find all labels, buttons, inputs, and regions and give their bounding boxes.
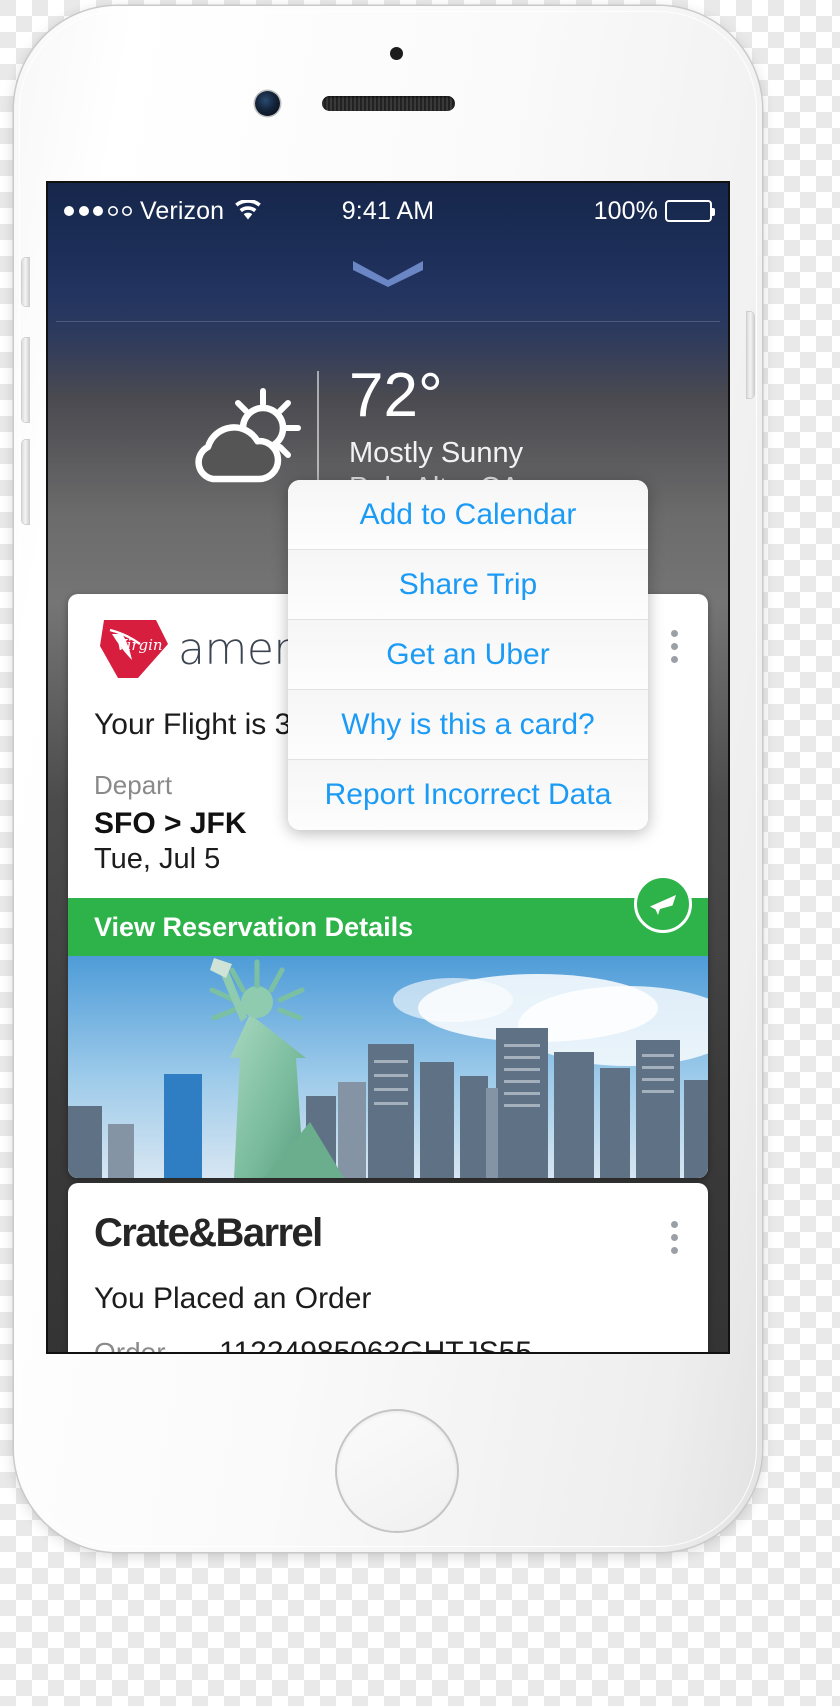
battery-full-icon bbox=[665, 200, 715, 222]
partly-cloudy-day-icon bbox=[195, 388, 301, 483]
proximity-sensor bbox=[390, 47, 403, 60]
pull-down-grabber[interactable] bbox=[48, 255, 728, 287]
weather-condition: Mostly Sunny bbox=[349, 437, 524, 469]
status-bar-right: 100% bbox=[593, 196, 715, 226]
front-camera bbox=[255, 91, 280, 116]
svg-text:Virgin: Virgin bbox=[116, 636, 163, 654]
volume-down-button[interactable] bbox=[22, 440, 29, 524]
view-reservation-details-label: View Reservation Details bbox=[94, 911, 414, 942]
crate-and-barrel-logo: Crate&Barrel bbox=[94, 1211, 323, 1255]
virgin-america-logo-icon: Virgin bbox=[100, 620, 168, 678]
order-card-header: Crate&Barrel bbox=[68, 1183, 708, 1256]
menu-item-share-trip[interactable]: Share Trip bbox=[288, 550, 648, 620]
order-status-title: You Placed an Order bbox=[94, 1282, 372, 1315]
status-bar-left: Verizon bbox=[64, 197, 262, 226]
battery-percent-label: 100% bbox=[593, 196, 658, 225]
airplane-icon bbox=[634, 875, 692, 933]
flight-depart-date: Tue, Jul 5 bbox=[94, 843, 221, 875]
volume-up-button[interactable] bbox=[22, 338, 29, 422]
wifi-icon bbox=[235, 200, 261, 220]
status-bar-divider bbox=[56, 321, 720, 322]
order-number-value: 11224985063GHTJS55 bbox=[219, 1336, 532, 1352]
phone-screen: Verizon 9:41 AM 100% 72° Mostly Sunny Vi… bbox=[48, 183, 728, 1352]
earpiece-speaker bbox=[322, 96, 455, 111]
destination-photo bbox=[68, 956, 708, 1178]
menu-item-report-incorrect-data[interactable]: Report Incorrect Data bbox=[288, 760, 648, 830]
menu-item-get-an-uber[interactable]: Get an Uber bbox=[288, 620, 648, 690]
silent-switch[interactable] bbox=[22, 258, 29, 306]
home-button[interactable] bbox=[337, 1411, 457, 1531]
temperature-value: 72° bbox=[349, 361, 443, 430]
order-card[interactable]: Crate&Barrel You Placed an Order Order 1… bbox=[68, 1183, 708, 1352]
view-reservation-details-button[interactable]: View Reservation Details bbox=[68, 875, 708, 956]
signal-strength-icon bbox=[64, 206, 132, 216]
menu-item-why-is-this-a-card[interactable]: Why is this a card? bbox=[288, 690, 648, 760]
order-label: Order bbox=[94, 1337, 219, 1352]
chevron-down-icon bbox=[353, 261, 423, 287]
kebab-menu-icon[interactable] bbox=[661, 624, 688, 669]
menu-item-add-to-calendar[interactable]: Add to Calendar bbox=[288, 480, 648, 550]
power-button[interactable] bbox=[747, 312, 754, 398]
kebab-menu-icon[interactable] bbox=[661, 1215, 688, 1260]
carrier-label: Verizon bbox=[140, 196, 225, 225]
status-bar: Verizon 9:41 AM 100% bbox=[48, 183, 728, 239]
order-number-row: Order 11224985063GHTJS55 bbox=[68, 1316, 708, 1352]
card-action-menu[interactable]: Add to Calendar Share Trip Get an Uber W… bbox=[288, 480, 648, 830]
